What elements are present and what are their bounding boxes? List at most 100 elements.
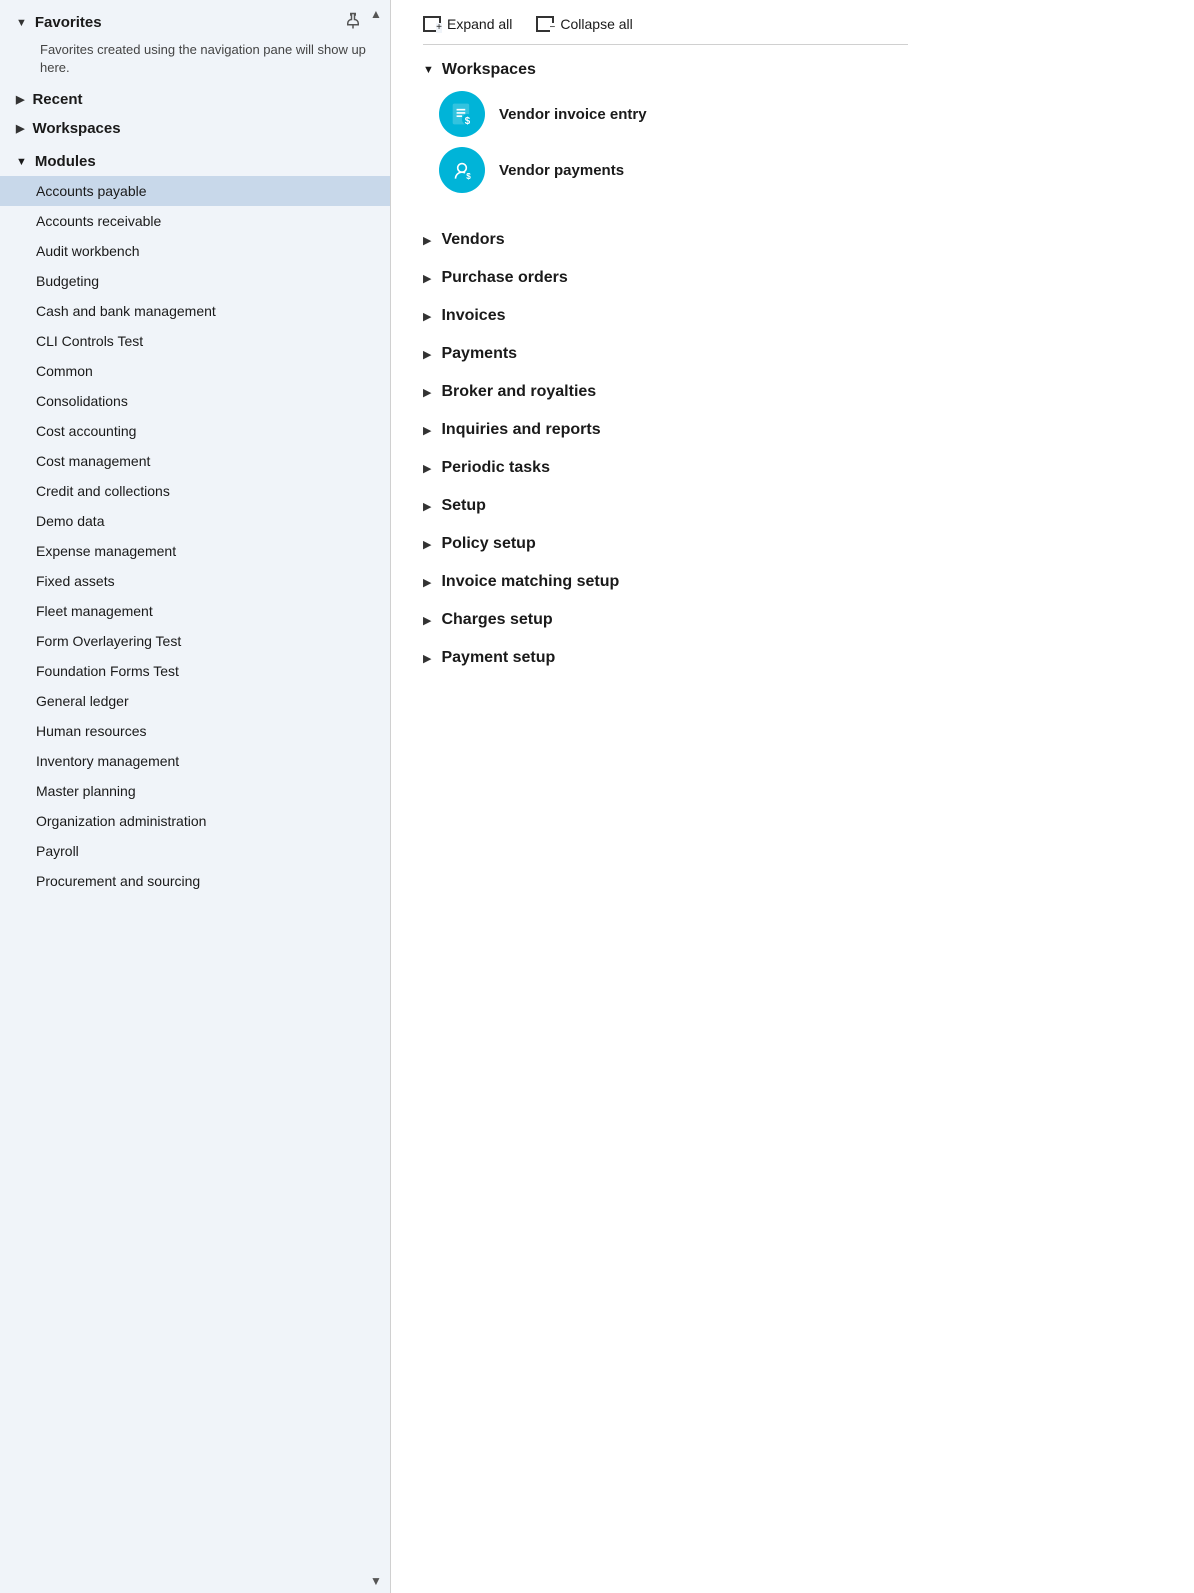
workspace-item-vendor-invoice[interactable]: $ Vendor invoice entry <box>439 91 908 137</box>
modules-expand-icon: ▼ <box>16 156 27 168</box>
menu-section-inquiries-reports[interactable]: ▶ Inquiries and reports <box>423 411 908 449</box>
favorites-expand-icon: ▼ <box>16 17 27 29</box>
right-menu-sections: ▶ Vendors ▶ Purchase orders ▶ Invoices ▶ Paymen… <box>423 221 908 677</box>
sidebar-item-credit-collections[interactable]: Credit and collections <box>0 476 390 506</box>
menu-section-periodic-tasks[interactable]: ▶ Periodic tasks <box>423 449 908 487</box>
menu-section-label-invoice-matching: Invoice matching setup <box>441 573 619 591</box>
workspaces-header[interactable]: ▶ Workspaces <box>0 114 390 143</box>
sidebar-item-fleet-management[interactable]: Fleet management <box>0 596 390 626</box>
menu-section-invoice-matching[interactable]: ▶ Invoice matching setup <box>423 563 908 601</box>
menu-section-label-policy-setup: Policy setup <box>441 535 535 553</box>
invoices-tri-icon: ▶ <box>423 310 431 323</box>
menu-section-label-broker-royalties: Broker and royalties <box>441 383 596 401</box>
workspaces-expand-icon: ▶ <box>16 122 24 135</box>
modules-list: Accounts payableAccounts receivableAudit… <box>0 176 390 896</box>
workspaces-tri-icon: ▼ <box>423 64 434 76</box>
favorites-label: Favorites <box>35 14 102 31</box>
menu-section-vendors[interactable]: ▶ Vendors <box>423 221 908 259</box>
sidebar-item-demo-data[interactable]: Demo data <box>0 506 390 536</box>
payment-setup-tri-icon: ▶ <box>423 652 431 665</box>
periodic-tasks-tri-icon: ▶ <box>423 462 431 475</box>
expand-all-button[interactable]: + Expand all <box>423 16 512 32</box>
workspaces-label: Workspaces <box>32 120 120 137</box>
menu-section-broker-royalties[interactable]: ▶ Broker and royalties <box>423 373 908 411</box>
svg-text:$: $ <box>465 116 471 127</box>
sidebar-item-foundation-forms[interactable]: Foundation Forms Test <box>0 656 390 686</box>
sidebar-item-form-overlayering[interactable]: Form Overlayering Test <box>0 626 390 656</box>
sidebar-item-audit-workbench[interactable]: Audit workbench <box>0 236 390 266</box>
menu-section-label-vendors: Vendors <box>441 231 504 249</box>
vendor-payments-icon-circle: $ <box>439 147 485 193</box>
menu-section-label-inquiries-reports: Inquiries and reports <box>441 421 600 439</box>
sidebar-item-procurement[interactable]: Procurement and sourcing <box>0 866 390 896</box>
scroll-down-arrow[interactable]: ▼ <box>362 1569 390 1593</box>
vendor-invoice-label: Vendor invoice entry <box>499 106 647 123</box>
sidebar-item-cost-management[interactable]: Cost management <box>0 446 390 476</box>
invoice-matching-tri-icon: ▶ <box>423 576 431 589</box>
menu-section-policy-setup[interactable]: ▶ Policy setup <box>423 525 908 563</box>
sidebar-item-payroll[interactable]: Payroll <box>0 836 390 866</box>
menu-section-label-charges-setup: Charges setup <box>441 611 552 629</box>
sidebar-item-cost-accounting[interactable]: Cost accounting <box>0 416 390 446</box>
workspaces-section-header[interactable]: ▼ Workspaces <box>423 61 908 79</box>
favorites-header[interactable]: ▼ Favorites <box>0 8 390 37</box>
sidebar-item-budgeting[interactable]: Budgeting <box>0 266 390 296</box>
broker-royalties-tri-icon: ▶ <box>423 386 431 399</box>
menu-section-label-setup: Setup <box>441 497 485 515</box>
inquiries-reports-tri-icon: ▶ <box>423 424 431 437</box>
menu-section-payment-setup[interactable]: ▶ Payment setup <box>423 639 908 677</box>
sidebar-item-human-resources[interactable]: Human resources <box>0 716 390 746</box>
vendor-payments-label: Vendor payments <box>499 162 624 179</box>
sidebar-item-cash-bank[interactable]: Cash and bank management <box>0 296 390 326</box>
menu-section-label-purchase-orders: Purchase orders <box>441 269 567 287</box>
recent-expand-icon: ▶ <box>16 93 24 106</box>
recent-label: Recent <box>32 91 82 108</box>
sidebar-item-cli-controls[interactable]: CLI Controls Test <box>0 326 390 356</box>
purchase-orders-tri-icon: ▶ <box>423 272 431 285</box>
workspaces-section: ▼ Workspaces $ Vendor invoice entry <box>423 61 908 209</box>
menu-section-label-invoices: Invoices <box>441 307 505 325</box>
svg-text:$: $ <box>466 172 471 181</box>
workspace-items: $ Vendor invoice entry $ Vendor payments <box>439 91 908 193</box>
scroll-up-arrow[interactable]: ▲ <box>362 0 390 28</box>
toolbar: + Expand all − Collapse all <box>423 0 908 45</box>
right-content-panel: + Expand all − Collapse all ▼ Workspaces <box>391 0 940 1593</box>
menu-section-payments[interactable]: ▶ Payments <box>423 335 908 373</box>
modules-header[interactable]: ▼ Modules <box>0 147 390 176</box>
menu-section-label-periodic-tasks: Periodic tasks <box>441 459 550 477</box>
setup-tri-icon: ▶ <box>423 500 431 513</box>
sidebar-item-consolidations[interactable]: Consolidations <box>0 386 390 416</box>
left-nav-scroll: ▼ Favorites Favorites created using the … <box>0 0 390 1593</box>
recent-header[interactable]: ▶ Recent <box>0 85 390 114</box>
menu-section-label-payment-setup: Payment setup <box>441 649 555 667</box>
policy-setup-tri-icon: ▶ <box>423 538 431 551</box>
sidebar-item-accounts-payable[interactable]: Accounts payable <box>0 176 390 206</box>
sidebar-item-expense-management[interactable]: Expense management <box>0 536 390 566</box>
workspace-item-vendor-payments[interactable]: $ Vendor payments <box>439 147 908 193</box>
menu-section-charges-setup[interactable]: ▶ Charges setup <box>423 601 908 639</box>
workspaces-section-label: Workspaces <box>442 61 536 79</box>
modules-section: ▼ Modules Accounts payableAccounts recei… <box>0 147 390 896</box>
sidebar-item-fixed-assets[interactable]: Fixed assets <box>0 566 390 596</box>
collapse-all-button[interactable]: − Collapse all <box>536 16 632 32</box>
sidebar-item-common[interactable]: Common <box>0 356 390 386</box>
payments-tri-icon: ▶ <box>423 348 431 361</box>
sidebar-item-master-planning[interactable]: Master planning <box>0 776 390 806</box>
pin-icon[interactable] <box>344 12 362 35</box>
expand-all-label: Expand all <box>447 16 512 32</box>
sidebar-item-accounts-receivable[interactable]: Accounts receivable <box>0 206 390 236</box>
charges-setup-tri-icon: ▶ <box>423 614 431 627</box>
menu-section-setup[interactable]: ▶ Setup <box>423 487 908 525</box>
vendor-invoice-icon-circle: $ <box>439 91 485 137</box>
menu-section-invoices[interactable]: ▶ Invoices <box>423 297 908 335</box>
favorites-desc: Favorites created using the navigation p… <box>0 37 390 85</box>
sidebar-item-inventory-management[interactable]: Inventory management <box>0 746 390 776</box>
sidebar-item-org-administration[interactable]: Organization administration <box>0 806 390 836</box>
menu-section-label-payments: Payments <box>441 345 517 363</box>
sidebar-item-general-ledger[interactable]: General ledger <box>0 686 390 716</box>
left-nav-panel: ▲ ▼ Favorites Favorites created using th… <box>0 0 390 1593</box>
menu-section-purchase-orders[interactable]: ▶ Purchase orders <box>423 259 908 297</box>
vendors-tri-icon: ▶ <box>423 234 431 247</box>
collapse-all-label: Collapse all <box>560 16 632 32</box>
modules-label: Modules <box>35 153 96 170</box>
